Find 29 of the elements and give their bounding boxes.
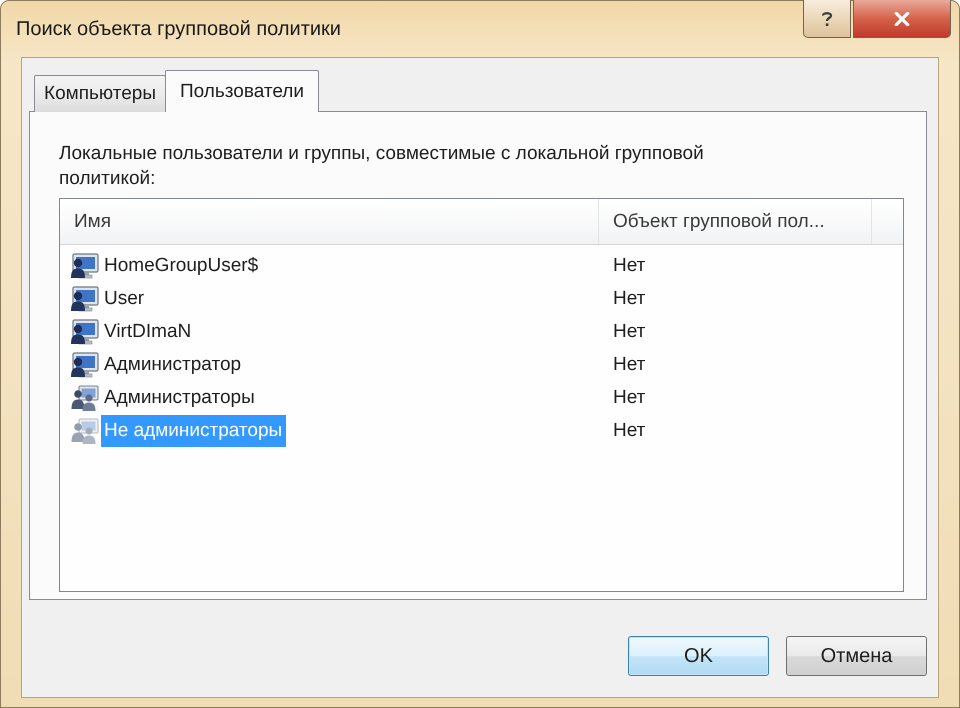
gpo-status: Нет — [613, 254, 646, 276]
account-name[interactable]: Администраторы — [101, 382, 259, 414]
description-text: Локальные пользователи и группы, совместимые с локальной групповой политикой: — [59, 142, 705, 191]
gpo-status: Нет — [613, 288, 646, 308]
close-button[interactable] — [853, 0, 951, 38]
tab[interactable]: Компьютеры — [34, 75, 166, 112]
user-icon — [70, 284, 100, 312]
gpo-status: Нет — [613, 386, 646, 408]
help-button[interactable] — [803, 0, 851, 38]
gpo-status: Нет — [613, 420, 646, 440]
window-title: Поиск объекта групповой политики — [16, 18, 341, 41]
gpo-status: Нет — [613, 320, 646, 342]
account-name[interactable]: VirtDImaN — [101, 316, 196, 348]
account-name[interactable]: Администратор — [101, 348, 246, 380]
user-icon — [70, 318, 100, 346]
tab[interactable]: Пользователи — [165, 70, 320, 112]
help-icon — [821, 10, 833, 26]
user-icon — [70, 252, 100, 280]
gpo-status: Нет — [613, 354, 646, 374]
column-header[interactable]: Имя — [60, 199, 599, 244]
ok-button[interactable]: OK — [628, 636, 769, 676]
group-icon — [70, 416, 100, 444]
close-icon — [894, 12, 910, 26]
column-header[interactable]: Объект групповой пол... — [599, 199, 872, 244]
group-icon — [70, 384, 100, 412]
cancel-button[interactable]: Отмена — [786, 636, 927, 676]
account-name[interactable]: HomeGroupUser$ — [101, 250, 262, 282]
user-icon — [70, 350, 100, 378]
account-name[interactable]: User — [101, 282, 148, 314]
